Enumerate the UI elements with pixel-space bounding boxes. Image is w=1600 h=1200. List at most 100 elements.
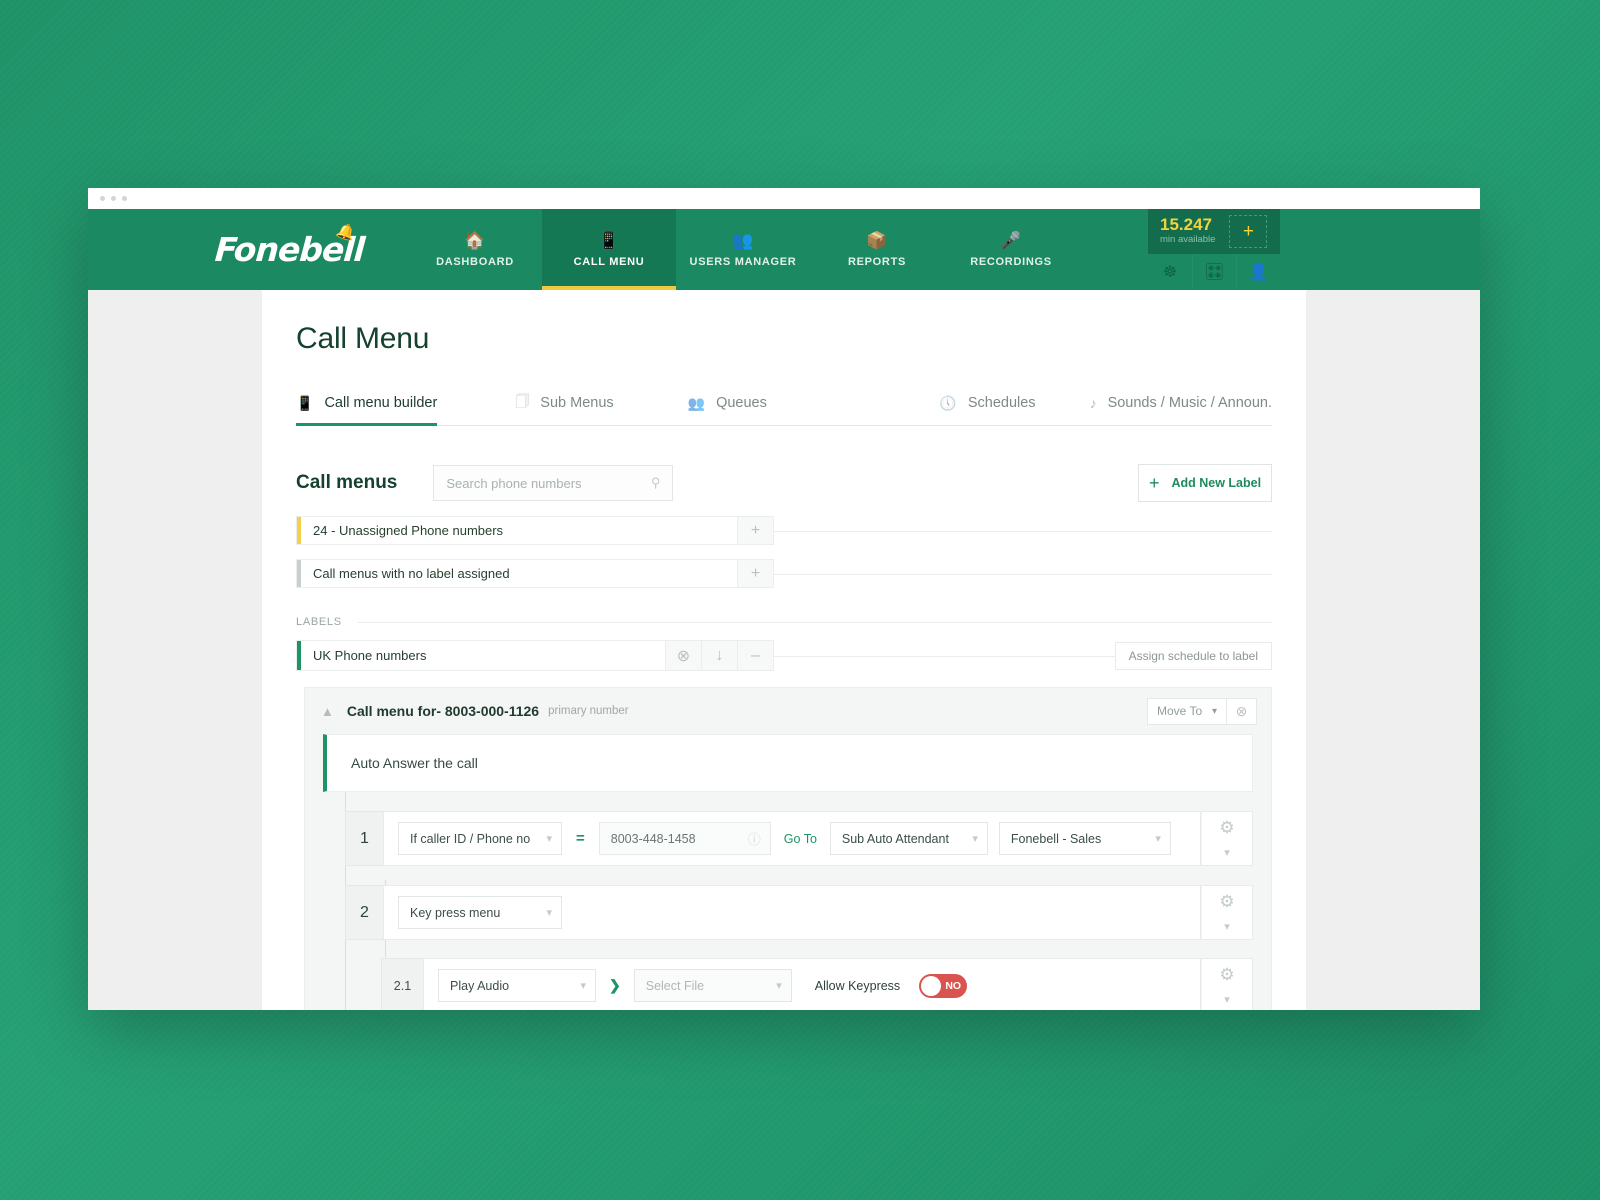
window-maximize-dot[interactable] bbox=[122, 196, 127, 201]
app-top-navigation: Fonebell 🔔 🏠 DASHBOARD 📱 CALL MENU 👥 USE… bbox=[88, 209, 1480, 290]
download-arrow-icon[interactable]: ↓ bbox=[701, 641, 737, 670]
allow-keypress-toggle[interactable]: NO bbox=[919, 973, 968, 998]
archive-box-icon: 📦 bbox=[866, 230, 888, 250]
tab-label: Schedules bbox=[967, 395, 1036, 411]
phone-value-field[interactable]: 8003-448-1458 ⓘ bbox=[598, 822, 771, 855]
nav-item-recordings[interactable]: 🎤 RECORDINGS bbox=[944, 209, 1078, 290]
chevron-down-icon: ▾ bbox=[546, 907, 552, 919]
step-settings-column: ⚙ ▾ bbox=[1201, 811, 1253, 866]
label-pill[interactable]: UK Phone numbers ⊗ ↓ – bbox=[296, 640, 774, 671]
select-file-value: Select File bbox=[645, 978, 705, 993]
gear-icon[interactable]: ⚙ bbox=[1219, 965, 1234, 985]
window-minimize-dot[interactable] bbox=[111, 196, 116, 201]
nav-item-call-menu[interactable]: 📱 CALL MENU bbox=[542, 209, 676, 290]
tab-queues[interactable]: 👥 Queues bbox=[688, 381, 767, 425]
group-pill[interactable]: Call menus with no label assigned + bbox=[296, 559, 774, 588]
expand-group-button[interactable]: + bbox=[737, 560, 773, 587]
tab-label: Queues bbox=[716, 395, 767, 411]
tab-sub-menus[interactable]: 🗍 Sub Menus bbox=[515, 381, 613, 425]
move-to-label: Move To bbox=[1157, 704, 1203, 718]
chevron-down-icon: ▾ bbox=[1155, 833, 1161, 845]
condition-select[interactable]: If caller ID / Phone no ▾ bbox=[398, 822, 562, 855]
destination-select[interactable]: Sub Auto Attendant ▾ bbox=[829, 822, 988, 855]
nav-left-spacer bbox=[88, 209, 200, 290]
action-select[interactable]: Key press menu ▾ bbox=[398, 896, 562, 929]
nav-item-label: REPORTS bbox=[847, 255, 907, 268]
nav-items: 🏠 DASHBOARD 📱 CALL MENU 👥 USERS MANAGER … bbox=[408, 209, 1078, 290]
call-menu-card-subtitle: primary number bbox=[548, 705, 629, 717]
main-content: Call Menu 📱 Call menu builder 🗍 Sub Menu… bbox=[262, 290, 1306, 1010]
call-menu-card-actions: Move To ▾ ⊗ bbox=[1147, 697, 1257, 725]
move-to-dropdown[interactable]: Move To ▾ bbox=[1147, 697, 1227, 725]
gear-icon[interactable]: ⚙ bbox=[1219, 892, 1234, 912]
music-note-icon: ♪ bbox=[1089, 395, 1097, 411]
labels-section-heading: LABELS bbox=[296, 616, 1272, 628]
utility-icon-row: ☸ 🎛 👤 bbox=[1148, 254, 1280, 290]
call-flow: Auto Answer the call 1 If caller ID / Ph… bbox=[305, 734, 1271, 1010]
target-select[interactable]: Fonebell - Sales ▾ bbox=[998, 822, 1171, 855]
nav-right-cluster: 15.247 min available + ☸ 🎛 👤 bbox=[1148, 209, 1280, 290]
call-menu-card: ▲ Call menu for - 8003-000-1126 primary … bbox=[304, 687, 1272, 1010]
select-file-dropdown[interactable]: Select File ▾ bbox=[633, 969, 792, 1002]
tab-call-menu-builder[interactable]: 📱 Call menu builder bbox=[296, 381, 438, 426]
window-close-dot[interactable] bbox=[100, 196, 105, 201]
page-body: Call Menu 📱 Call menu builder 🗍 Sub Menu… bbox=[88, 290, 1480, 1010]
flow-step-1: 1 If caller ID / Phone no ▾ = 8003-448-1… bbox=[345, 811, 1253, 866]
tab-label: Sub Menus bbox=[540, 395, 614, 411]
queue-people-icon: 👥 bbox=[687, 394, 706, 411]
label-row-uk-phone-numbers: UK Phone numbers ⊗ ↓ – Assign schedule t… bbox=[296, 640, 1272, 671]
tab-schedules[interactable]: 🕔 Schedules bbox=[939, 381, 1035, 425]
mobile-phone-icon: 📱 bbox=[598, 230, 620, 250]
info-icon[interactable]: ⓘ bbox=[748, 829, 761, 848]
remove-circle-icon[interactable]: ⊗ bbox=[665, 641, 701, 670]
chevron-down-icon[interactable]: ▾ bbox=[1224, 993, 1230, 1006]
add-new-label-button[interactable]: + Add New Label bbox=[1138, 464, 1272, 502]
users-icon: 👥 bbox=[732, 230, 754, 250]
home-icon: 🏠 bbox=[464, 230, 486, 250]
tab-sounds-music[interactable]: ♪ Sounds / Music / Announ. bbox=[1090, 381, 1272, 425]
user-account-icon[interactable]: 👤 bbox=[1236, 254, 1280, 290]
substep-body: Play Audio ▾ ❯ Select File ▾ Allow Keypr… bbox=[423, 958, 1201, 1010]
go-to-label: Go To bbox=[783, 831, 817, 846]
assign-schedule-to-label-button[interactable]: Assign schedule to label bbox=[1114, 641, 1272, 670]
target-select-value: Fonebell - Sales bbox=[1010, 831, 1102, 846]
gear-icon[interactable]: ⚙ bbox=[1219, 818, 1234, 838]
group-pill[interactable]: 24 - Unassigned Phone numbers + bbox=[296, 516, 774, 545]
call-menu-card-header: ▲ Call menu for - 8003-000-1126 primary … bbox=[305, 688, 1271, 734]
condition-select-value: If caller ID / Phone no bbox=[410, 831, 531, 846]
lifebuoy-icon[interactable]: ☸ bbox=[1148, 254, 1192, 290]
group-label: 24 - Unassigned Phone numbers bbox=[313, 523, 504, 538]
chevron-down-icon[interactable]: ▾ bbox=[1224, 846, 1230, 859]
flow-substep-2-1: 2.1 Play Audio ▾ ❯ Select File ▾ Allow K… bbox=[381, 958, 1253, 1010]
chevron-up-icon[interactable]: ▲ bbox=[321, 704, 334, 719]
label-name: UK Phone numbers bbox=[313, 648, 427, 663]
left-rail bbox=[88, 290, 262, 1010]
add-minutes-button[interactable]: + bbox=[1229, 215, 1268, 248]
nav-item-users-manager[interactable]: 👥 USERS MANAGER bbox=[676, 209, 810, 290]
play-audio-select[interactable]: Play Audio ▾ bbox=[438, 969, 596, 1002]
substep-number: 2.1 bbox=[381, 958, 423, 1010]
minutes-text: 15.247 min available bbox=[1160, 209, 1229, 254]
chevron-down-icon[interactable]: ▾ bbox=[1224, 920, 1230, 933]
nav-item-reports[interactable]: 📦 REPORTS bbox=[810, 209, 944, 290]
content-inner: Call Menu 📱 Call menu builder 🗍 Sub Menu… bbox=[262, 290, 1306, 1010]
nav-item-dashboard[interactable]: 🏠 DASHBOARD bbox=[408, 209, 542, 290]
search-phone-numbers-box[interactable]: ⚲ bbox=[433, 465, 674, 501]
brand-logo[interactable]: Fonebell 🔔 bbox=[200, 209, 380, 290]
chevron-right-icon: ❯ bbox=[609, 977, 621, 993]
toggle-knob bbox=[921, 975, 942, 996]
remove-circle-icon[interactable]: ⊗ bbox=[1227, 697, 1257, 725]
nav-item-label: RECORDINGS bbox=[970, 255, 1052, 268]
plus-icon: + bbox=[1148, 472, 1160, 493]
allow-keypress-label: Allow Keypress bbox=[814, 978, 901, 993]
sliders-icon[interactable]: 🎛 bbox=[1192, 254, 1236, 290]
add-new-label-text: Add New Label bbox=[1171, 476, 1262, 490]
call-menu-card-title: Call menu for bbox=[346, 703, 437, 719]
nav-item-label: CALL MENU bbox=[573, 255, 645, 268]
expand-group-button[interactable]: + bbox=[737, 517, 773, 544]
minus-icon[interactable]: – bbox=[737, 641, 773, 670]
operator-equals: = bbox=[576, 830, 585, 847]
phone-value-text: 8003-448-1458 bbox=[610, 831, 696, 846]
search-input[interactable] bbox=[446, 475, 651, 491]
mobile-phone-icon: 📱 bbox=[296, 394, 314, 411]
